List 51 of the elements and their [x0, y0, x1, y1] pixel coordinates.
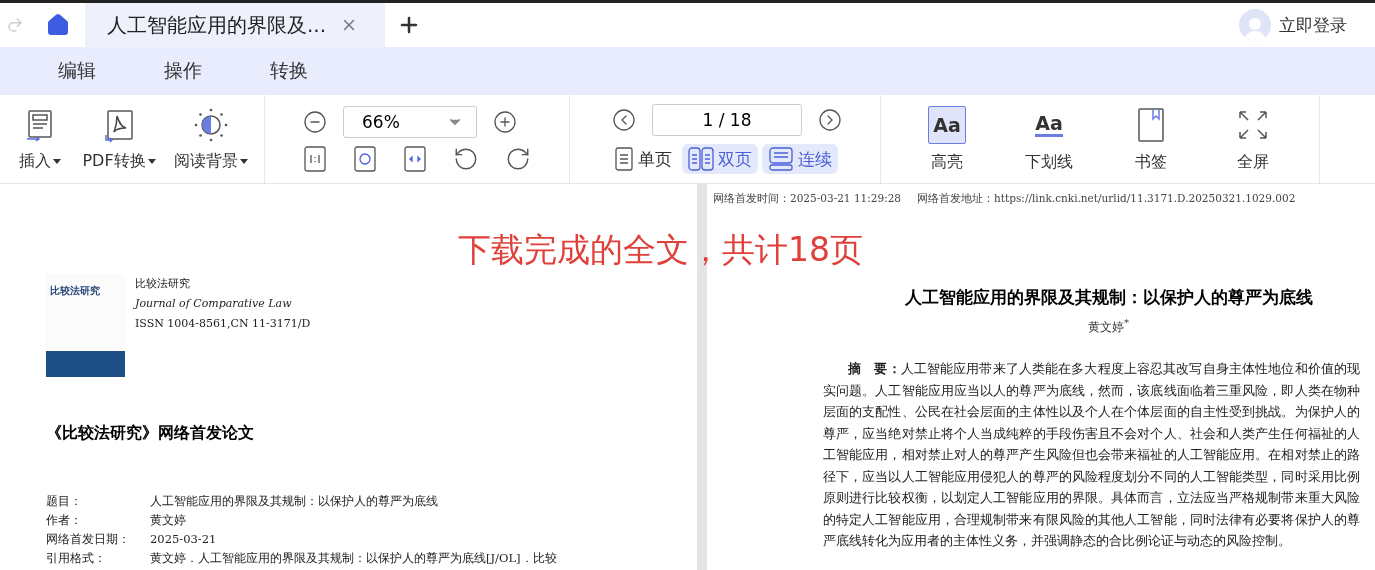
view-mode-button[interactable]: 单页 [608, 144, 678, 174]
rotate-left-icon[interactable] [453, 146, 479, 172]
author-name: 黄文婷$^{*}$ [1087, 317, 1130, 336]
zoom-out-icon[interactable] [303, 110, 327, 134]
field-value: 黄文婷．人工智能应用的界限及其规制：以保护人的尊严为底线[J/OL]．比较 [150, 551, 558, 566]
field-value: 2025-03-21 [150, 532, 218, 547]
zoom-select[interactable]: 66% [343, 106, 477, 138]
toolbar-button[interactable]: Aa 高亮 [901, 105, 993, 173]
toolbar-button[interactable]: PDF转换 [76, 106, 162, 172]
view-mode-button[interactable]: 连续 [762, 144, 838, 174]
toolbar-button[interactable]: Aa 下划线 [1003, 105, 1095, 173]
field-value: 人工智能应用的界限及其规制：以保护人的尊严为底线 [150, 494, 439, 509]
cover-title: 比较法研究 [49, 284, 101, 298]
rotate-right-icon[interactable] [505, 146, 531, 172]
document-tab[interactable]: 人工智能应用的界限及... [85, 3, 385, 47]
view-mode-button[interactable]: 双页 [682, 144, 758, 174]
page-heading: 《比较法研究》网络首发论文 [46, 423, 255, 444]
fit-width-icon[interactable] [403, 146, 427, 172]
toolbar-button[interactable]: 全屏 [1207, 105, 1299, 173]
avatar-icon [1239, 9, 1271, 41]
article-title: 人工智能应用的界限及其规制：以保护人的尊严为底线 [903, 286, 1314, 309]
brightness-icon [193, 106, 229, 143]
login-link[interactable]: 立即登录 [1239, 3, 1375, 47]
field-label: 作者： [46, 513, 83, 528]
double-page-icon [688, 147, 714, 171]
header-text: 网络首发时间：2025-03-21 11:29:28 [713, 192, 902, 206]
journal-name-english: Journal of Comparative Law [135, 296, 293, 312]
next-page-icon[interactable] [818, 108, 842, 132]
field-label: 引用格式： [46, 551, 107, 566]
field-value: 黄文婷 [150, 513, 187, 528]
menu-item[interactable]: 转换 [270, 58, 308, 84]
previous-page-icon[interactable] [612, 108, 636, 132]
menu-item[interactable]: 操作 [164, 58, 202, 84]
issn-text: ISSN 1004-8561,CN 11-3171/D [135, 316, 311, 332]
page-number-field[interactable]: 1 / 18 [652, 104, 802, 136]
abstract-paragraph: 摘 要：人工智能应用带来了人类能在多大程度上容忍其改写自身主体性地位和价值的现实问题。人工智能应用应当以人的尊严为底线，然而，该底线面临着三重风险，即人类在物种层面的支配性、公民在社会层面的主体性以及个人在个体层面的自主性受到挑战。为保护人的尊严，应当绝对禁止将个人当成纯粹的手段伤害且不会对个人、社会和人类产生任何福祉的人工智能应用，相对禁止对人的尊严产生风险但也会带来福祉的人工智能应用。在相对禁止的路径下，应当以人工智能应用侵犯人的尊严的风险程度划分不同的人工智能类型，同时采用比例原则进行比较权衡，以划定人工智能应用的界限。具体而言，立法应当严格规制带来重大风险的特定人工智能应用，合理规制带来有限风险的其他人工智能，同时法律有必要将保护人的尊严底线转化为应用者的主体性义务，并强调静态的合比例论证与动态的风险控制。 [823, 360, 1360, 550]
zoom-in-icon[interactable] [493, 110, 517, 134]
toolbar-button[interactable]: 阅读背景 [168, 106, 254, 172]
continuous-page-icon [768, 147, 794, 171]
toolbar-button[interactable]: 插入 [10, 106, 70, 172]
toolbar-button[interactable]: 书签 [1105, 105, 1197, 173]
journal-name: 比较法研究 [135, 276, 191, 292]
field-label: 题目： [46, 494, 83, 509]
field-label: 网络首发日期： [46, 532, 131, 547]
actual-size-icon[interactable] [303, 146, 327, 172]
highlight-icon: Aa [928, 105, 966, 144]
fit-page-icon[interactable] [353, 146, 377, 172]
single-page-icon [614, 147, 634, 171]
annotation-text: 下载完成的全文，共计18页 [458, 229, 863, 271]
header-text: 网络首发地址：https://link.cnki.net/urlid/11.3171.D.20250321.1029.002 [917, 192, 1296, 206]
menu-item[interactable]: 编辑 [58, 58, 96, 84]
